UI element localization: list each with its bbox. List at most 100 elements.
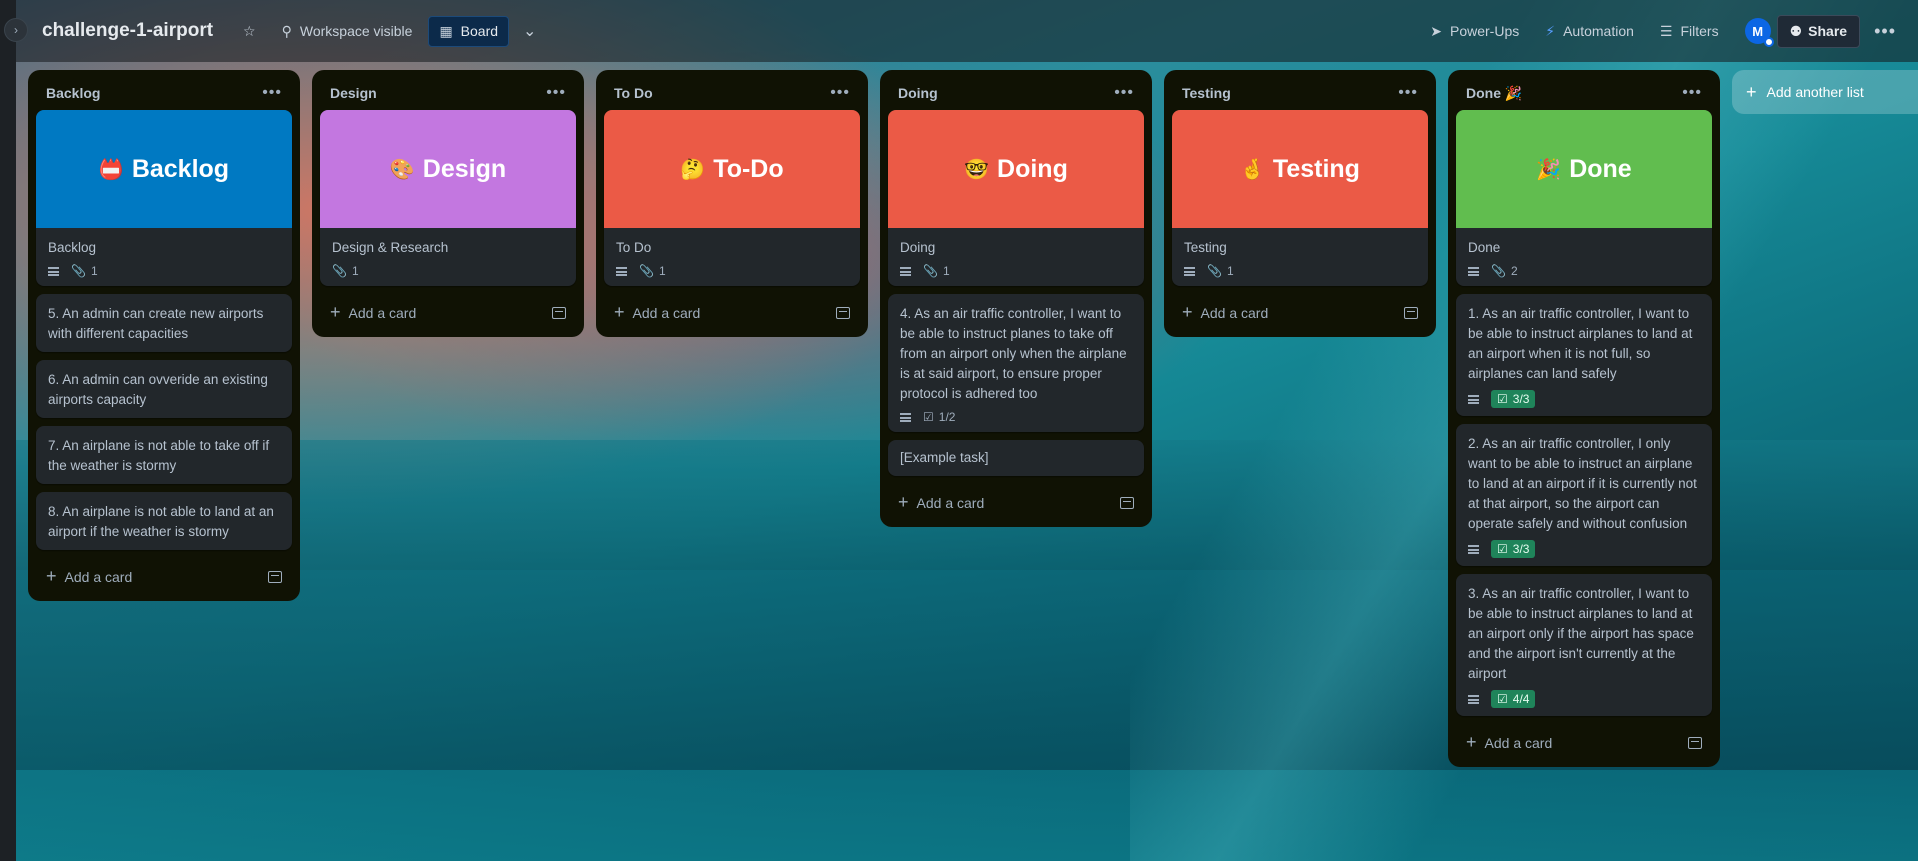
cover-card[interactable]: 🎉 Done Done 📎 2 — [1456, 110, 1712, 286]
add-card-button[interactable]: + Add a card — [1182, 302, 1268, 323]
more-options-icon[interactable]: ••• — [1866, 17, 1904, 46]
create-from-template-icon[interactable] — [268, 570, 282, 583]
paperclip-icon: 📎 — [1207, 264, 1222, 278]
list-item[interactable]: 2. As an air traffic controller, I only … — [1456, 424, 1712, 566]
expand-sidebar-icon[interactable]: › — [4, 18, 28, 42]
board-lists: Backlog ••• 📛 Backlog Backlog 📎 1 5. An a… — [28, 70, 1918, 767]
checklist-badge: ☑ 3/3 — [1491, 540, 1536, 558]
card-title: 1. As an air traffic controller, I want … — [1468, 306, 1693, 381]
visibility-label: Workspace visible — [299, 23, 413, 39]
list-menu-icon[interactable]: ••• — [1682, 84, 1702, 102]
rocket-icon: ➤ — [1430, 22, 1442, 39]
add-card-button[interactable]: + Add a card — [46, 566, 132, 587]
cover-card[interactable]: 📛 Backlog Backlog 📎 1 — [36, 110, 292, 286]
board-header: challenge-1-airport ☆ ⚲ Workspace visibl… — [16, 0, 1918, 62]
create-from-template-icon[interactable] — [1688, 736, 1702, 749]
add-card-button[interactable]: + Add a card — [614, 302, 700, 323]
list-item[interactable]: 6. An admin can ovveride an existing air… — [36, 360, 292, 418]
card-title: 7. An airplane is not able to take off i… — [48, 438, 270, 473]
filter-icon: ☰ — [1659, 22, 1673, 39]
cover-card[interactable]: 🤞 Testing Testing 📎 1 — [1172, 110, 1428, 286]
person-add-icon: ⚉ — [1789, 22, 1803, 39]
description-icon — [1468, 394, 1479, 404]
plus-icon: + — [1466, 732, 1477, 752]
list-title[interactable]: Design — [330, 85, 377, 101]
create-from-template-icon[interactable] — [1120, 496, 1134, 509]
list-item[interactable]: [Example task] — [888, 440, 1144, 476]
cover-text: Done — [1569, 154, 1632, 183]
power-ups-button[interactable]: ➤ Power-Ups — [1420, 17, 1529, 46]
plus-icon: + — [1746, 81, 1757, 102]
list-item[interactable]: 4. As an air traffic controller, I want … — [888, 294, 1144, 432]
lightning-icon: ⚡ — [1545, 22, 1556, 39]
create-from-template-icon[interactable] — [552, 306, 566, 319]
list-menu-icon[interactable]: ••• — [830, 84, 850, 102]
description-icon — [48, 266, 59, 276]
list-backlog: Backlog ••• 📛 Backlog Backlog 📎 1 5. An a… — [28, 70, 300, 601]
list-item[interactable]: 5. An admin can create new airports with… — [36, 294, 292, 352]
cover-card[interactable]: 🎨 Design Design & Research 📎 1 — [320, 110, 576, 286]
description-icon — [900, 412, 911, 422]
chevron-down-icon[interactable]: ⌄ — [515, 17, 544, 45]
share-label: Share — [1808, 23, 1848, 39]
plus-icon: + — [614, 302, 625, 322]
list-menu-icon[interactable]: ••• — [1398, 84, 1418, 102]
add-card-button[interactable]: + Add a card — [1466, 732, 1552, 753]
power-ups-label: Power-Ups — [1450, 23, 1520, 39]
list-menu-icon[interactable]: ••• — [1114, 84, 1134, 102]
description-icon — [1184, 266, 1195, 276]
list-item[interactable]: 3. As an air traffic controller, I want … — [1456, 574, 1712, 716]
card-title: Backlog — [48, 240, 97, 255]
card-title: 2. As an air traffic controller, I only … — [1468, 436, 1697, 531]
board-title[interactable]: challenge-1-airport — [42, 20, 213, 42]
list-testing: Testing ••• 🤞 Testing Testing 📎 1 + Add a … — [1164, 70, 1436, 337]
visibility-button[interactable]: ⚲ Workspace visible — [272, 17, 423, 46]
card-title: [Example task] — [900, 450, 989, 465]
list-done: Done 🎉 ••• 🎉 Done Done 📎 2 1. As an air t… — [1448, 70, 1720, 767]
board-view-button[interactable]: ▦ Board — [428, 15, 510, 47]
card-title: 3. As an air traffic controller, I want … — [1468, 586, 1694, 681]
list-title[interactable]: Done 🎉 — [1466, 85, 1522, 102]
card-title: Doing — [900, 240, 936, 255]
card-title: 4. As an air traffic controller, I want … — [900, 306, 1127, 401]
star-button[interactable]: ☆ — [233, 17, 266, 46]
share-button[interactable]: ⚉ Share — [1776, 14, 1861, 48]
create-from-template-icon[interactable] — [836, 306, 850, 319]
plus-icon: + — [46, 566, 57, 586]
description-icon — [1468, 544, 1479, 554]
list-item[interactable]: 8. An airplane is not able to land at an… — [36, 492, 292, 550]
filters-label: Filters — [1680, 23, 1719, 39]
avatar[interactable]: M — [1744, 18, 1774, 47]
description-icon — [900, 266, 911, 276]
add-card-button[interactable]: + Add a card — [330, 302, 416, 323]
create-from-template-icon[interactable] — [1404, 306, 1418, 319]
list-title[interactable]: To Do — [614, 85, 653, 101]
paperclip-icon: 📎 — [71, 264, 86, 278]
list-title[interactable]: Doing — [898, 85, 938, 101]
description-icon — [1468, 266, 1479, 276]
add-card-button[interactable]: + Add a card — [898, 492, 984, 513]
list-item[interactable]: 7. An airplane is not able to take off i… — [36, 426, 292, 484]
automation-button[interactable]: ⚡ Automation — [1535, 17, 1644, 46]
avatar-initial: M — [1752, 23, 1764, 39]
card-title: 8. An airplane is not able to land at an… — [48, 504, 274, 539]
list-menu-icon[interactable]: ••• — [262, 84, 282, 102]
card-title: Design & Research — [332, 240, 449, 255]
cover-text: Doing — [997, 154, 1068, 183]
list-title[interactable]: Backlog — [46, 85, 100, 101]
checklist-badge: ☑ 3/3 — [1491, 390, 1536, 408]
card-cover: 🎨 Design — [320, 110, 576, 228]
cover-text: Backlog — [131, 154, 230, 183]
card-cover: 🎉 Done — [1456, 110, 1712, 228]
list-item[interactable]: 1. As an air traffic controller, I want … — [1456, 294, 1712, 416]
cover-emoji: 📛 — [98, 158, 124, 181]
card-title: 5. An admin can create new airports with… — [48, 306, 264, 341]
sidebar-rail — [0, 0, 16, 861]
cover-card[interactable]: 🤔 To-Do To Do 📎 1 — [604, 110, 860, 286]
list-menu-icon[interactable]: ••• — [546, 84, 566, 102]
add-another-list-button[interactable]: + Add another list — [1732, 70, 1918, 114]
filters-button[interactable]: ☰ Filters — [1650, 17, 1729, 46]
list-title[interactable]: Testing — [1182, 85, 1231, 101]
cover-card[interactable]: 🤓 Doing Doing 📎 1 — [888, 110, 1144, 286]
paperclip-icon: 📎 — [332, 264, 347, 278]
